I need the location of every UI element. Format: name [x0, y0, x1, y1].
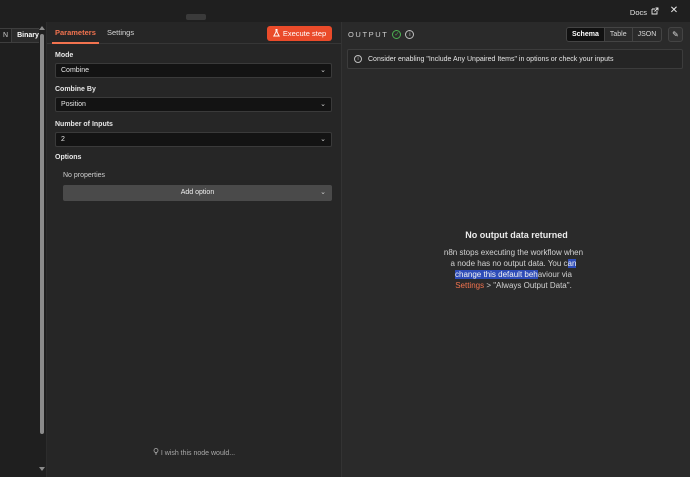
- info-banner: i Consider enabling "Include Any Unpaire…: [347, 49, 683, 69]
- flask-icon: [272, 28, 280, 39]
- chevron-down-icon: ⌄: [320, 101, 326, 108]
- chevron-down-icon: ⌄: [320, 136, 326, 143]
- docs-link[interactable]: Docs: [630, 7, 659, 17]
- empty-text-3: > "Always Output Data".: [484, 281, 572, 290]
- drag-handle[interactable]: [186, 14, 206, 20]
- scroll-down-icon[interactable]: [39, 467, 45, 471]
- external-link-icon: [651, 7, 659, 17]
- combine-by-select[interactable]: Position ⌄: [55, 97, 332, 112]
- empty-state-title: No output data returned: [465, 230, 568, 240]
- empty-text-2: aviour via: [537, 270, 572, 279]
- input-scrollbar[interactable]: [39, 22, 45, 477]
- execute-step-button[interactable]: Execute step: [267, 26, 332, 41]
- banner-text: Consider enabling "Include Any Unpaired …: [368, 55, 614, 63]
- add-option-button[interactable]: Add option ⌄: [63, 185, 332, 201]
- settings-link[interactable]: Settings: [455, 281, 484, 290]
- view-json-button[interactable]: N: [0, 29, 11, 42]
- parameters-panel: Parameters Settings Execute step Mode Co…: [47, 22, 341, 477]
- docs-label[interactable]: Docs: [630, 8, 647, 17]
- execute-step-label: Execute step: [282, 29, 327, 38]
- mode-label: Mode: [55, 52, 74, 59]
- number-of-inputs-label: Number of Inputs: [55, 121, 113, 128]
- info-icon: i: [354, 55, 362, 63]
- active-tab-indicator: [52, 42, 99, 44]
- options-label: Options: [55, 154, 82, 161]
- chevron-down-icon: ⌄: [320, 189, 326, 196]
- feedback-link[interactable]: I wish this node would...: [47, 448, 341, 457]
- combine-by-label: Combine By: [55, 86, 96, 93]
- close-icon[interactable]: ✕: [668, 5, 680, 17]
- scroll-up-icon[interactable]: [39, 26, 45, 30]
- view-table-button[interactable]: Table: [603, 28, 632, 41]
- feedback-label: I wish this node would...: [160, 450, 236, 457]
- output-panel: OUTPUT ✓ i Schema Table JSON ✎ i Conside…: [341, 22, 690, 477]
- number-of-inputs-select[interactable]: 2 ⌄: [55, 132, 332, 147]
- pencil-icon[interactable]: ✎: [668, 27, 683, 42]
- empty-text-1: n8n stops executing the workflow when a …: [443, 248, 584, 268]
- info-icon[interactable]: i: [405, 30, 415, 39]
- mode-value: Combine: [61, 67, 90, 74]
- view-json-button[interactable]: JSON: [631, 28, 662, 41]
- scroll-thumb[interactable]: [40, 34, 44, 434]
- number-of-inputs-value: 2: [61, 136, 65, 143]
- mode-select[interactable]: Combine ⌄: [55, 63, 332, 78]
- output-title: OUTPUT: [348, 30, 389, 39]
- parameter-tabs: Parameters Settings Execute step: [47, 22, 341, 44]
- chevron-down-icon: ⌄: [320, 67, 326, 74]
- combine-by-value: Position: [61, 101, 86, 108]
- input-panel: N Binary: [0, 22, 47, 477]
- add-option-label: Add option: [180, 189, 215, 196]
- tab-parameters[interactable]: Parameters: [55, 28, 96, 37]
- output-view-toggle: Schema Table JSON: [566, 27, 663, 42]
- success-check-icon: ✓: [392, 30, 402, 39]
- lightbulb-icon: [153, 448, 161, 457]
- empty-state-body: n8n stops executing the workflow when a …: [441, 247, 586, 291]
- view-schema-button[interactable]: Schema: [567, 28, 604, 41]
- top-bar: Docs ✕: [0, 0, 690, 22]
- tab-settings[interactable]: Settings: [107, 28, 134, 37]
- no-properties-text: No properties: [63, 172, 106, 179]
- output-header: OUTPUT ✓ i: [348, 30, 415, 39]
